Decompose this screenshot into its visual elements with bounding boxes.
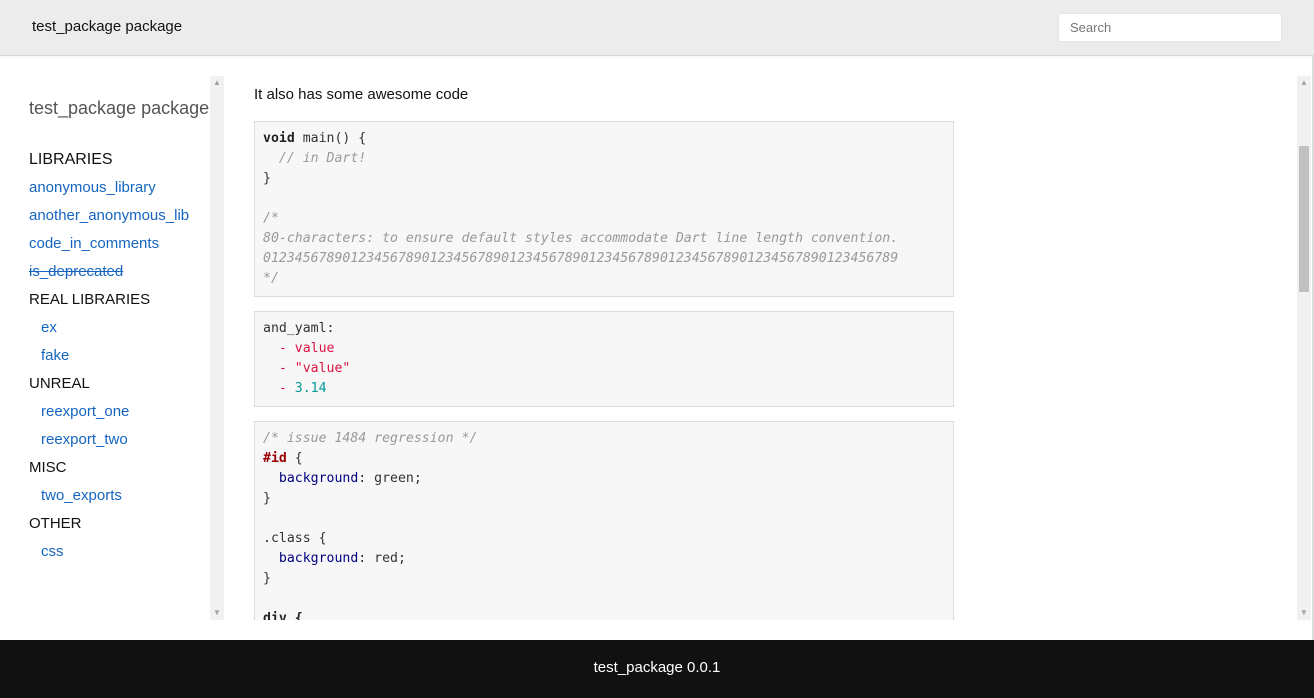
scroll-up-arrow-icon[interactable]: ▲ <box>210 76 224 90</box>
css-id-selector: #id <box>263 451 287 466</box>
code-text: } <box>263 571 271 586</box>
sidebar-section-other: OTHER <box>29 515 82 532</box>
code-comment: /* issue 1484 regression */ <box>263 431 478 446</box>
sidebar-item-code-in-comments[interactable]: code_in_comments <box>0 232 210 260</box>
css-code-block: /* issue 1484 regression */ #id { backgr… <box>254 421 954 620</box>
sidebar: test_package package LIBRARIES anonymous… <box>0 76 210 620</box>
main-content: It also has some awesome code void main(… <box>254 76 1294 620</box>
sidebar-package-title: test_package package <box>29 98 210 118</box>
css-property: background <box>278 551 359 566</box>
sidebar-section-misc: MISC <box>29 459 67 476</box>
code-text: } <box>263 171 271 186</box>
top-header: test_package package <box>0 0 1314 56</box>
sidebar-item-two-exports[interactable]: two_exports <box>0 484 210 512</box>
footer: test_package 0.0.1 <box>0 640 1314 698</box>
code-comment: // in Dart! <box>263 151 367 166</box>
yaml-string: value <box>294 341 335 356</box>
sidebar-scrollbar[interactable]: ▲ ▼ <box>210 76 224 620</box>
scrollbar-thumb[interactable] <box>1299 146 1309 292</box>
sidebar-section-real-libraries: REAL LIBRARIES <box>29 291 151 308</box>
code-text: main() { <box>294 131 367 146</box>
header-title[interactable]: test_package package <box>32 18 182 35</box>
sidebar-section-libraries: LIBRARIES <box>29 151 113 168</box>
sidebar-item-css[interactable]: css <box>0 540 210 568</box>
yaml-dash: - <box>263 381 295 396</box>
code-comment: 80-characters: to ensure default styles … <box>263 231 899 246</box>
css-tag-selector: div { <box>263 611 303 620</box>
code-keyword: void <box>263 131 295 146</box>
css-value: : red; <box>358 551 406 566</box>
search-input[interactable] <box>1058 13 1282 42</box>
code-text: { <box>286 451 303 466</box>
scroll-down-arrow-icon[interactable]: ▼ <box>1297 606 1311 620</box>
yaml-string: "value" <box>294 361 351 376</box>
yaml-key: and_yaml: <box>263 321 335 336</box>
yaml-dash: - <box>263 341 295 356</box>
code-comment: */ <box>263 271 279 286</box>
code-comment: /* <box>263 211 279 226</box>
scroll-up-arrow-icon[interactable]: ▲ <box>1297 76 1311 90</box>
sidebar-item-fake[interactable]: fake <box>0 344 210 372</box>
code-comment: 0123456789012345678901234567890123456789… <box>263 251 899 266</box>
sidebar-section-unreal: UNREAL <box>29 375 90 392</box>
sidebar-item-reexport-one[interactable]: reexport_one <box>0 400 210 428</box>
css-class-selector: .class { <box>263 531 327 546</box>
sidebar-item-another-anonymous-lib[interactable]: another_anonymous_lib <box>0 204 210 232</box>
css-value: : green; <box>358 471 422 486</box>
yaml-code-block: and_yaml: - value - "value" - 3.14 <box>254 311 954 407</box>
sidebar-item-anonymous-library[interactable]: anonymous_library <box>0 176 210 204</box>
sidebar-item-is-deprecated[interactable]: is_deprecated <box>0 260 210 288</box>
intro-text: It also has some awesome code <box>254 86 469 103</box>
scroll-down-arrow-icon[interactable]: ▼ <box>210 606 224 620</box>
main-scrollbar[interactable]: ▲ ▼ <box>1297 76 1311 620</box>
code-text: } <box>263 491 271 506</box>
css-property: background <box>278 471 359 486</box>
footer-version-text: test_package 0.0.1 <box>593 659 721 676</box>
sidebar-item-ex[interactable]: ex <box>0 316 210 344</box>
sidebar-library-list: LIBRARIES anonymous_library another_anon… <box>0 148 210 568</box>
yaml-dash: - <box>263 361 295 376</box>
yaml-number: 3.14 <box>294 381 327 396</box>
dart-code-block: void main() { // in Dart! } /* 80-charac… <box>254 121 954 297</box>
sidebar-item-reexport-two[interactable]: reexport_two <box>0 428 210 456</box>
